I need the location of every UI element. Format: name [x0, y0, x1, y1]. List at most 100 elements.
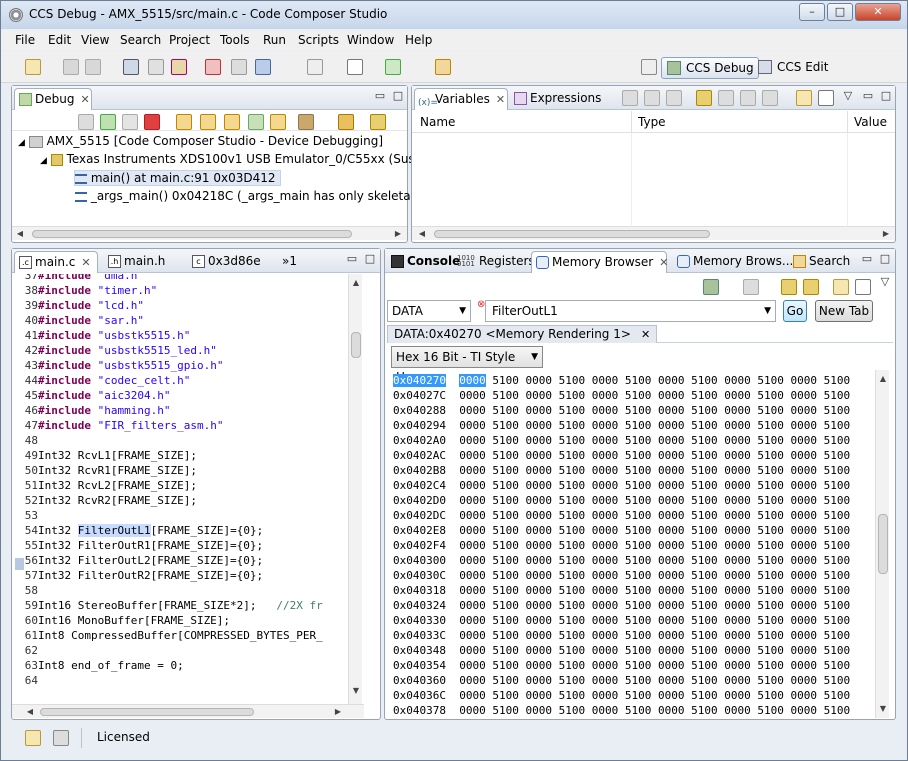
remove-terminated-icon[interactable]: [78, 114, 94, 130]
memory-word[interactable]: 0000: [525, 659, 552, 672]
select-all-icon[interactable]: [666, 90, 682, 106]
memory-word[interactable]: 0000: [525, 494, 552, 507]
memory-word[interactable]: 0000: [592, 509, 619, 522]
memory-word[interactable]: 0000: [790, 479, 817, 492]
step-return-icon[interactable]: [224, 114, 240, 130]
memory-word[interactable]: 5100: [824, 419, 851, 432]
minimize-view-icon[interactable]: ▭: [861, 253, 873, 266]
memory-word[interactable]: 0000: [658, 704, 685, 717]
memory-word[interactable]: 5100: [559, 509, 586, 522]
memory-word[interactable]: 0000: [658, 674, 685, 687]
memory-word[interactable]: 5100: [691, 629, 718, 642]
memory-word[interactable]: 0000: [592, 404, 619, 417]
memory-word[interactable]: 0000: [658, 374, 685, 387]
memory-word[interactable]: 5100: [492, 494, 519, 507]
memory-word[interactable]: 5100: [625, 689, 652, 702]
memory-word[interactable]: 0000: [724, 614, 751, 627]
memory-word[interactable]: 0000: [658, 614, 685, 627]
scroll-thumb[interactable]: [32, 230, 352, 238]
memory-row[interactable]: 0x040300 0000 5100 0000 5100 0000 5100 0…: [393, 553, 850, 568]
tab-console[interactable]: Console: [387, 251, 460, 273]
memory-word[interactable]: 5100: [492, 449, 519, 462]
memory-word[interactable]: 5100: [824, 509, 851, 522]
memory-word[interactable]: 5100: [757, 599, 784, 612]
terminate-icon[interactable]: [144, 114, 160, 130]
scroll-left-icon[interactable]: ◀: [14, 229, 26, 238]
memory-word[interactable]: 5100: [625, 509, 652, 522]
memory-word[interactable]: 0000: [790, 659, 817, 672]
memory-word[interactable]: 5100: [559, 689, 586, 702]
tab-memory-browser[interactable]: Memory Browser ✕: [531, 251, 668, 273]
memory-word[interactable]: 0000: [658, 644, 685, 657]
memory-word[interactable]: 0000: [724, 569, 751, 582]
memory-word[interactable]: 0000: [790, 689, 817, 702]
memory-word[interactable]: 5100: [757, 704, 784, 717]
tab-memory-rendering[interactable]: DATA:0x40270 <Memory Rendering 1> ✕: [387, 325, 658, 343]
memory-word[interactable]: 0000: [525, 704, 552, 717]
memory-row[interactable]: 0x040354 0000 5100 0000 5100 0000 5100 0…: [393, 658, 850, 673]
memory-word[interactable]: 5100: [559, 554, 586, 567]
close-icon[interactable]: ✕: [641, 328, 650, 341]
memory-row[interactable]: 0x040324 0000 5100 0000 5100 0000 5100 0…: [393, 598, 850, 613]
memory-word[interactable]: 5100: [625, 494, 652, 507]
memory-word[interactable]: 0000: [790, 554, 817, 567]
memory-row[interactable]: 0x0402E8 0000 5100 0000 5100 0000 5100 0…: [393, 523, 850, 538]
memory-word[interactable]: 5100: [625, 704, 652, 717]
memory-word[interactable]: 0000: [459, 584, 486, 597]
memory-word[interactable]: 5100: [757, 389, 784, 402]
memory-word[interactable]: 5100: [757, 464, 784, 477]
menu-scripts[interactable]: Scripts: [298, 33, 339, 47]
memory-word[interactable]: 5100: [625, 389, 652, 402]
memory-row[interactable]: 0x0402B8 0000 5100 0000 5100 0000 5100 0…: [393, 463, 850, 478]
memory-word[interactable]: 5100: [559, 659, 586, 672]
terminate-icon[interactable]: [205, 59, 221, 75]
memory-word[interactable]: 0000: [459, 524, 486, 537]
tree-item-args-main[interactable]: _args_main() 0x04218C (_args_main has on…: [75, 189, 448, 203]
minimize-view-icon[interactable]: ▭: [862, 90, 874, 103]
memory-word[interactable]: 0000: [724, 689, 751, 702]
memory-word[interactable]: 0000: [459, 389, 486, 402]
close-icon[interactable]: ✕: [80, 93, 89, 106]
memory-word[interactable]: 5100: [559, 449, 586, 462]
memory-word[interactable]: 5100: [757, 614, 784, 627]
memory-word[interactable]: 0000: [459, 464, 486, 477]
memory-word[interactable]: 0000: [790, 524, 817, 537]
memory-word[interactable]: 5100: [559, 674, 586, 687]
memory-row[interactable]: 0x0402DC 0000 5100 0000 5100 0000 5100 0…: [393, 508, 850, 523]
memory-word[interactable]: 5100: [625, 614, 652, 627]
resume-icon[interactable]: [100, 114, 116, 130]
close-icon[interactable]: ✕: [496, 93, 505, 106]
memory-word[interactable]: 0000: [525, 419, 552, 432]
import-icon[interactable]: [743, 279, 759, 295]
memory-word[interactable]: 0000: [790, 629, 817, 642]
scroll-thumb[interactable]: [878, 514, 888, 574]
scroll-down-icon[interactable]: ▼: [877, 704, 889, 713]
memory-word[interactable]: 0000: [790, 584, 817, 597]
tab-memory-browser-2[interactable]: Memory Brows...: [673, 251, 793, 273]
remove-all-icon[interactable]: [740, 90, 756, 106]
memory-word[interactable]: 5100: [492, 404, 519, 417]
memory-word[interactable]: 0000: [459, 404, 486, 417]
memory-word[interactable]: 5100: [492, 569, 519, 582]
maximize-view-icon[interactable]: □: [392, 90, 404, 103]
memory-word[interactable]: 5100: [691, 524, 718, 537]
tab-registers[interactable]: 1010 0101 Registers: [453, 251, 535, 273]
memory-word[interactable]: 0000: [790, 404, 817, 417]
view-menu-icon[interactable]: ▽: [879, 276, 891, 289]
memory-space-select[interactable]: DATA ▼: [387, 300, 471, 322]
memory-word[interactable]: 0000: [658, 569, 685, 582]
memory-word[interactable]: 5100: [492, 479, 519, 492]
memory-word[interactable]: 5100: [757, 674, 784, 687]
memory-word[interactable]: 5100: [824, 554, 851, 567]
memory-word[interactable]: 0000: [525, 674, 552, 687]
maximize-button[interactable]: □: [827, 3, 853, 21]
memory-word[interactable]: 0000: [592, 449, 619, 462]
memory-word[interactable]: 5100: [625, 374, 652, 387]
memory-word[interactable]: 0000: [658, 554, 685, 567]
editor-vscroll[interactable]: ▲ ▼: [348, 274, 362, 704]
column-type[interactable]: Type: [638, 115, 666, 129]
scroll-thumb[interactable]: [351, 332, 361, 358]
sync-icon[interactable]: [803, 279, 819, 295]
memory-word[interactable]: 5100: [824, 374, 851, 387]
tree-item-project[interactable]: ◢ AMX_5515 [Code Composer Studio - Devic…: [18, 134, 383, 148]
